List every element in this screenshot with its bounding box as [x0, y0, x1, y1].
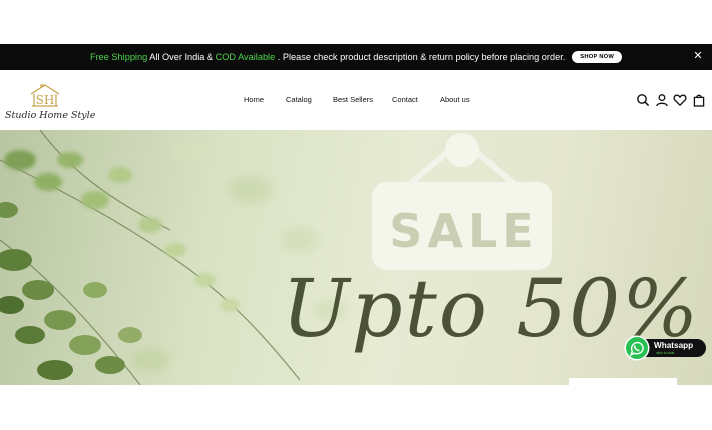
- nav-home[interactable]: Home: [244, 95, 264, 104]
- cart-icon[interactable]: [692, 93, 706, 107]
- whatsapp-widget[interactable]: Whatsapp click to chat: [624, 335, 708, 361]
- hero-banner[interactable]: SALE Upto 50% Off: [0, 130, 712, 385]
- shop-now-button[interactable]: SHOP NOW: [572, 51, 622, 63]
- whatsapp-icon: [624, 335, 650, 361]
- nav-about-us[interactable]: About us: [440, 95, 470, 104]
- site-header: SH Studio Home Style Home Catalog Best S…: [0, 70, 712, 130]
- nav-catalog[interactable]: Catalog: [286, 95, 312, 104]
- cod-available-text: COD Available: [215, 52, 276, 62]
- close-icon[interactable]: ✕: [692, 50, 704, 62]
- whatsapp-title: Whatsapp: [654, 341, 694, 350]
- hero-cta-button[interactable]: [569, 378, 677, 385]
- main-nav: Home Catalog Best Sellers Contact About …: [0, 95, 712, 107]
- announcement-text-2: . Please check product description & ret…: [275, 52, 566, 62]
- account-icon[interactable]: [655, 93, 669, 107]
- announcement-message: Free Shipping All Over India & COD Avail…: [90, 52, 565, 62]
- whatsapp-subtitle: click to chat: [656, 351, 675, 355]
- page: Free Shipping All Over India & COD Avail…: [0, 0, 712, 430]
- announcement-text-1: All Over India &: [147, 52, 216, 62]
- nav-best-sellers[interactable]: Best Sellers: [333, 95, 373, 104]
- announcement-bar: Free Shipping All Over India & COD Avail…: [0, 44, 712, 70]
- search-icon[interactable]: [636, 93, 650, 107]
- nav-contact[interactable]: Contact: [392, 95, 418, 104]
- free-shipping-text: Free Shipping: [89, 52, 148, 62]
- logo-text: Studio Home Style: [5, 110, 96, 121]
- sale-sign-text: SALE: [389, 204, 539, 258]
- wishlist-icon[interactable]: [673, 93, 687, 107]
